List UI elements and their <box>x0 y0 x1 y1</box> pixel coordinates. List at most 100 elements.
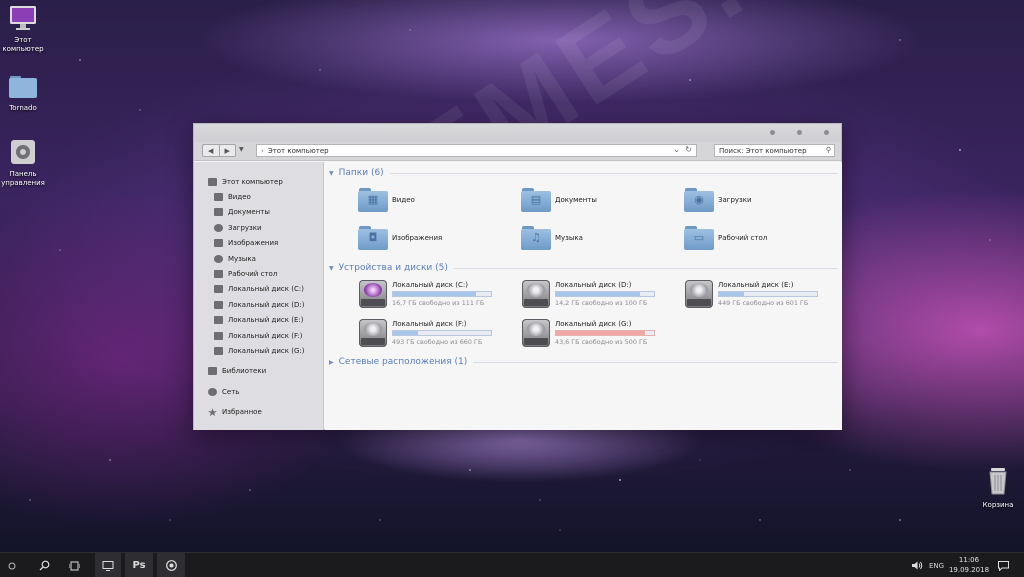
drive-tile-d[interactable]: Локальный диск (D:) 14,2 ГБ свободно из … <box>522 280 655 308</box>
document-icon: ▤ <box>521 188 551 212</box>
taskbar-app-explorer[interactable] <box>95 553 121 577</box>
section-header-network[interactable]: ▶ Сетевые расположения (1) <box>329 357 838 367</box>
section-header-folders[interactable]: ▼ Папки (6) <box>329 168 838 178</box>
refresh-icon[interactable]: ↻ <box>685 145 692 154</box>
drive-free-space: 14,2 ГБ свободно из 100 ГБ <box>555 299 648 307</box>
sidebar-item-network[interactable]: Сеть <box>194 384 323 399</box>
address-dropdown-icon[interactable]: ⌄ <box>673 145 680 154</box>
library-icon <box>208 367 217 376</box>
drive-usage-bar <box>555 330 655 336</box>
task-view-button[interactable] <box>63 553 85 577</box>
film-icon: ▦ <box>358 188 388 212</box>
folder-tile-downloads[interactable]: ◉ Загрузки <box>684 188 752 212</box>
desktop-icon-tornado[interactable]: Tornado <box>0 73 46 113</box>
volume-icon[interactable] <box>912 553 923 577</box>
forward-arrow-icon[interactable]: ▶ <box>218 145 236 156</box>
folder-tile-pictures[interactable]: ◘ Изображения <box>358 226 442 250</box>
collapse-arrow-icon: ▼ <box>329 169 334 177</box>
sidebar-item-drive-g[interactable]: Локальный диск (G:) <box>194 343 323 358</box>
taskbar-search-button[interactable] <box>33 553 55 577</box>
sidebar-item-pictures[interactable]: Изображения <box>194 236 323 251</box>
trash-icon <box>989 468 1007 495</box>
drive-icon <box>522 280 550 308</box>
clock[interactable]: 11:06 19.09.2018 <box>944 555 994 575</box>
sidebar-item-drive-f[interactable]: Локальный диск (F:) <box>194 328 323 343</box>
drive-usage-bar <box>392 330 492 336</box>
sidebar-item-desktop[interactable]: Рабочий стол <box>194 266 323 281</box>
folder-label: Загрузки <box>718 196 752 204</box>
toolbar: ◀ ▶ ▼ › Этот компьютер ⌄ ↻ Поиск: Этот к… <box>194 142 841 161</box>
drive-usage-bar <box>555 291 655 297</box>
drive-tile-g[interactable]: Локальный диск (G:) 43,6 ГБ свободно из … <box>522 319 655 347</box>
sidebar-item-this-computer[interactable]: Этот компьютер <box>194 174 323 189</box>
recent-locations-chevron-icon[interactable]: ▼ <box>239 146 244 153</box>
close-button[interactable] <box>824 130 829 135</box>
sidebar-item-drive-c[interactable]: Локальный диск (C:) <box>194 282 323 297</box>
drive-icon <box>522 319 550 347</box>
sidebar-item-video[interactable]: Видео <box>194 189 323 204</box>
desktop-icon-label: Панель управления <box>1 170 45 187</box>
desktop-icon-control-panel[interactable]: Панель управления <box>0 139 46 188</box>
maximize-button[interactable] <box>797 130 802 135</box>
folder-label: Изображения <box>392 234 443 242</box>
folder-label: Документы <box>555 196 597 204</box>
explorer-window: ◀ ▶ ▼ › Этот компьютер ⌄ ↻ Поиск: Этот к… <box>193 123 842 430</box>
folder-label: Видео <box>392 196 415 204</box>
drive-usage-bar <box>392 291 492 297</box>
sidebar-item-label: Сеть <box>222 387 240 396</box>
taskbar-app-photoshop[interactable]: Ps <box>125 553 153 577</box>
start-button[interactable] <box>0 553 24 577</box>
section-title: Устройства и диски (5) <box>338 263 448 273</box>
address-bar[interactable]: › Этот компьютер ⌄ ↻ <box>256 144 697 157</box>
desktop-icon <box>214 270 223 279</box>
sidebar-item-label: Документы <box>228 208 270 217</box>
folder-icon <box>9 76 37 98</box>
drive-tile-e[interactable]: Локальный диск (E:) 449 ГБ свободно из 6… <box>685 280 818 308</box>
drive-icon <box>214 316 223 325</box>
section-header-drives[interactable]: ▼ Устройства и диски (5) <box>329 263 838 273</box>
minimize-button[interactable] <box>770 130 775 135</box>
folder-tile-music[interactable]: ♫ Музыка <box>521 226 583 250</box>
window-controls <box>770 130 829 135</box>
globe-icon <box>208 387 217 396</box>
sidebar-item-label: Локальный диск (C:) <box>228 285 304 294</box>
folder-label: Музыка <box>555 234 583 242</box>
sidebar-item-label: Загрузки <box>228 223 262 232</box>
notifications-button[interactable] <box>998 553 1009 577</box>
clock-date: 19.09.2018 <box>948 566 990 574</box>
sidebar-item-drive-e[interactable]: Локальный диск (E:) <box>194 313 323 328</box>
sidebar-item-favorites[interactable]: Избранное <box>194 404 323 419</box>
drive-icon <box>214 300 223 309</box>
search-input[interactable]: Поиск: Этот компьютер ⚲ <box>714 144 835 157</box>
desktop-icon-recycle-bin[interactable]: Корзина <box>975 466 1021 510</box>
desktop-icon-this-computer[interactable]: Этот компьютер <box>0 5 46 54</box>
sidebar-item-downloads[interactable]: Загрузки <box>194 220 323 235</box>
sidebar-item-drive-d[interactable]: Локальный диск (D:) <box>194 297 323 312</box>
drive-tile-f[interactable]: Локальный диск (F:) 493 ГБ свободно из 6… <box>359 319 492 347</box>
folder-tile-documents[interactable]: ▤ Документы <box>521 188 597 212</box>
sidebar-item-documents[interactable]: Документы <box>194 205 323 220</box>
drive-icon <box>685 280 713 308</box>
section-title: Папки (6) <box>338 168 384 178</box>
folder-tile-video[interactable]: ▦ Видео <box>358 188 415 212</box>
monitor-icon <box>102 560 114 571</box>
folder-tile-desktop[interactable]: ▭ Рабочий стол <box>684 226 767 250</box>
sidebar-item-music[interactable]: Музыка <box>194 251 323 266</box>
language-indicator[interactable]: ENG <box>929 553 944 577</box>
sidebar-item-libraries[interactable]: Библиотеки <box>194 364 323 379</box>
drive-label: Локальный диск (D:) <box>555 281 632 289</box>
drive-tile-c[interactable]: Локальный диск (C:) 16,7 ГБ свободно из … <box>359 280 492 308</box>
sidebar-item-label: Локальный диск (F:) <box>228 331 303 340</box>
sidebar-item-label: Локальный диск (E:) <box>228 316 304 325</box>
navigation-pane: Этот компьютер Видео Документы Загрузки … <box>194 162 324 430</box>
download-icon: ◉ <box>684 188 714 212</box>
taskbar-app-chrome[interactable] <box>157 553 185 577</box>
sidebar-item-label: Музыка <box>228 254 256 263</box>
drive-icon <box>214 346 223 355</box>
address-text: Этот компьютер <box>267 146 329 155</box>
content-pane: ▼ Папки (6) ▦ Видео ▤ Документы ◉ Загруз… <box>325 162 842 430</box>
sidebar-item-label: Рабочий стол <box>228 270 278 279</box>
drive-free-space: 43,6 ГБ свободно из 500 ГБ <box>555 338 648 346</box>
back-arrow-icon[interactable]: ◀ <box>203 145 219 156</box>
title-bar[interactable] <box>194 124 841 142</box>
